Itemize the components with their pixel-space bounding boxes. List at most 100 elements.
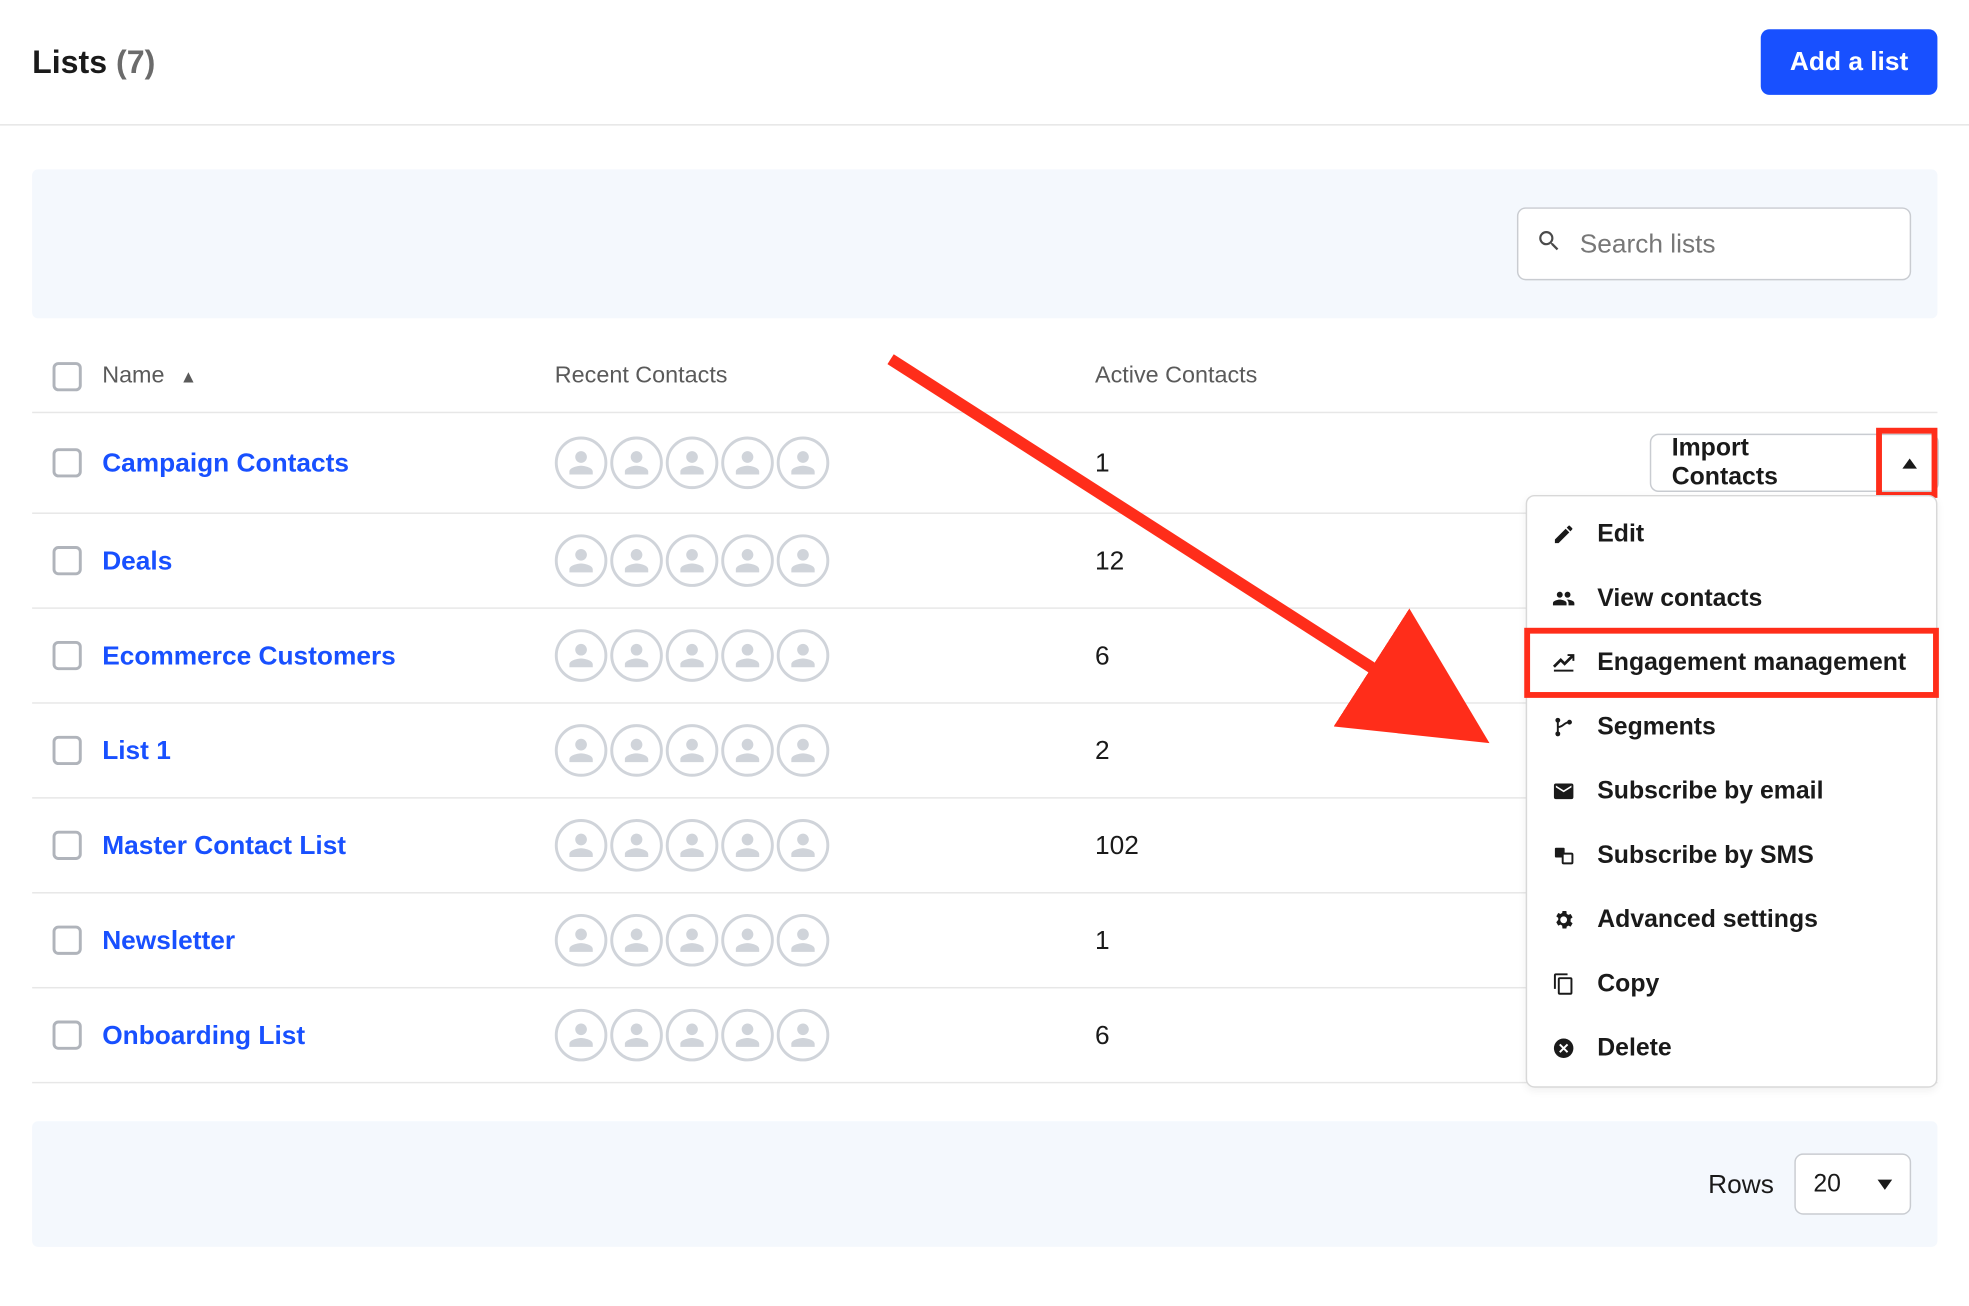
dropdown-item-advanced-settings[interactable]: Advanced settings bbox=[1527, 888, 1936, 952]
select-all-checkbox[interactable] bbox=[53, 362, 82, 391]
list-count: (7) bbox=[116, 43, 155, 80]
active-contacts-count: 6 bbox=[1095, 1020, 1110, 1049]
avatar-placeholder-icon bbox=[777, 1009, 830, 1062]
avatar-placeholder-icon bbox=[555, 914, 608, 967]
dropdown-item-segments[interactable]: Segments bbox=[1527, 695, 1936, 759]
row-checkbox[interactable] bbox=[53, 641, 82, 670]
active-contacts-count: 102 bbox=[1095, 830, 1139, 859]
dropdown-item-label: Edit bbox=[1597, 520, 1644, 549]
avatar-placeholder-icon bbox=[777, 534, 830, 587]
avatar-placeholder-icon bbox=[721, 534, 774, 587]
avatar-placeholder-icon bbox=[721, 437, 774, 490]
list-name-link[interactable]: Newsletter bbox=[102, 925, 235, 954]
recent-contacts-avatars bbox=[555, 819, 1095, 872]
dropdown-item-label: Advanced settings bbox=[1597, 905, 1818, 934]
rows-value: 20 bbox=[1813, 1169, 1841, 1198]
users-icon bbox=[1551, 585, 1577, 611]
pagination-bar: Rows 20 bbox=[32, 1121, 1937, 1247]
list-name-link[interactable]: Campaign Contacts bbox=[102, 447, 349, 476]
avatar-placeholder-icon bbox=[610, 437, 663, 490]
pencil-icon bbox=[1551, 521, 1577, 547]
list-name-link[interactable]: Master Contact List bbox=[102, 830, 346, 859]
avatar-placeholder-icon bbox=[721, 724, 774, 777]
dropdown-item-copy[interactable]: Copy bbox=[1527, 952, 1936, 1016]
branch-icon bbox=[1551, 714, 1577, 740]
row-checkbox[interactable] bbox=[53, 1021, 82, 1050]
mail-icon bbox=[1551, 778, 1577, 804]
search-wrap[interactable] bbox=[1517, 207, 1911, 280]
active-contacts-count: 12 bbox=[1095, 545, 1124, 574]
table-row: Campaign Contacts1EditView contactsEngag… bbox=[32, 413, 1937, 514]
dropdown-item-subscribe-by-sms[interactable]: Subscribe by SMS bbox=[1527, 823, 1936, 887]
dropdown-item-label: View contacts bbox=[1597, 584, 1762, 613]
avatar-placeholder-icon bbox=[721, 819, 774, 872]
row-actions-dropdown-toggle[interactable] bbox=[1880, 435, 1938, 490]
row-checkbox[interactable] bbox=[53, 831, 82, 860]
rows-per-page-select[interactable]: 20 bbox=[1794, 1153, 1911, 1214]
column-name[interactable]: Name ▲ bbox=[102, 364, 555, 390]
avatar-placeholder-icon bbox=[666, 534, 719, 587]
avatar-placeholder-icon bbox=[610, 724, 663, 777]
avatar-placeholder-icon bbox=[610, 914, 663, 967]
avatar-placeholder-icon bbox=[666, 1009, 719, 1062]
avatar-placeholder-icon bbox=[666, 437, 719, 490]
avatar-placeholder-icon bbox=[777, 819, 830, 872]
avatar-placeholder-icon bbox=[721, 629, 774, 682]
list-name-link[interactable]: Ecommerce Customers bbox=[102, 640, 396, 669]
chevron-down-icon bbox=[1878, 1179, 1893, 1189]
dropdown-item-label: Delete bbox=[1597, 1034, 1672, 1063]
dropdown-item-label: Copy bbox=[1597, 969, 1659, 998]
row-checkbox[interactable] bbox=[53, 546, 82, 575]
recent-contacts-avatars bbox=[555, 534, 1095, 587]
avatar-placeholder-icon bbox=[555, 629, 608, 682]
avatar-placeholder-icon bbox=[777, 437, 830, 490]
dropdown-item-label: Subscribe by SMS bbox=[1597, 841, 1814, 870]
row-actions-dropdown: Edit View contacts Engagement management Se… bbox=[1526, 495, 1938, 1088]
dropdown-item-subscribe-by-email[interactable]: Subscribe by email bbox=[1527, 759, 1936, 823]
active-contacts-count: 2 bbox=[1095, 735, 1110, 764]
list-name-link[interactable]: List 1 bbox=[102, 735, 171, 764]
search-input[interactable] bbox=[1577, 227, 1892, 261]
avatar-placeholder-icon bbox=[555, 724, 608, 777]
list-name-link[interactable]: Onboarding List bbox=[102, 1020, 305, 1049]
dropdown-item-engagement-management[interactable]: Engagement management bbox=[1527, 631, 1936, 695]
sort-ascending-icon: ▲ bbox=[180, 366, 197, 386]
page-title: Lists (7) bbox=[32, 43, 155, 81]
dropdown-item-label: Segments bbox=[1597, 712, 1716, 741]
recent-contacts-avatars bbox=[555, 437, 1095, 490]
avatar-placeholder-icon bbox=[777, 724, 830, 777]
recent-contacts-avatars bbox=[555, 914, 1095, 967]
avatar-placeholder-icon bbox=[610, 534, 663, 587]
avatar-placeholder-icon bbox=[666, 914, 719, 967]
chevron-up-icon bbox=[1902, 458, 1917, 468]
lists-table: Name ▲ Recent Contacts Active Contacts C… bbox=[32, 347, 1937, 1083]
search-icon bbox=[1536, 227, 1577, 261]
avatar-placeholder-icon bbox=[610, 1009, 663, 1062]
avatar-placeholder-icon bbox=[777, 629, 830, 682]
import-contacts-button[interactable]: Import Contacts bbox=[1651, 435, 1880, 490]
column-recent-contacts[interactable]: Recent Contacts bbox=[555, 364, 1095, 390]
avatar-placeholder-icon bbox=[721, 1009, 774, 1062]
dropdown-item-edit[interactable]: Edit bbox=[1527, 502, 1936, 566]
dropdown-item-delete[interactable]: Delete bbox=[1527, 1016, 1936, 1080]
row-checkbox[interactable] bbox=[53, 926, 82, 955]
avatar-placeholder-icon bbox=[666, 629, 719, 682]
add-list-button[interactable]: Add a list bbox=[1761, 29, 1938, 95]
gear-icon bbox=[1551, 907, 1577, 933]
avatar-placeholder-icon bbox=[666, 724, 719, 777]
recent-contacts-avatars bbox=[555, 724, 1095, 777]
active-contacts-count: 6 bbox=[1095, 640, 1110, 669]
rows-label: Rows bbox=[1708, 1169, 1774, 1200]
dropdown-item-label: Engagement management bbox=[1597, 648, 1906, 677]
active-contacts-count: 1 bbox=[1095, 925, 1110, 954]
avatar-placeholder-icon bbox=[555, 819, 608, 872]
avatar-placeholder-icon bbox=[610, 629, 663, 682]
row-checkbox[interactable] bbox=[53, 736, 82, 765]
sms-icon bbox=[1551, 842, 1577, 868]
avatar-placeholder-icon bbox=[555, 1009, 608, 1062]
copy-icon bbox=[1551, 971, 1577, 997]
row-checkbox[interactable] bbox=[53, 448, 82, 477]
column-active-contacts[interactable]: Active Contacts bbox=[1095, 364, 1650, 390]
dropdown-item-view-contacts[interactable]: View contacts bbox=[1527, 566, 1936, 630]
list-name-link[interactable]: Deals bbox=[102, 545, 172, 574]
